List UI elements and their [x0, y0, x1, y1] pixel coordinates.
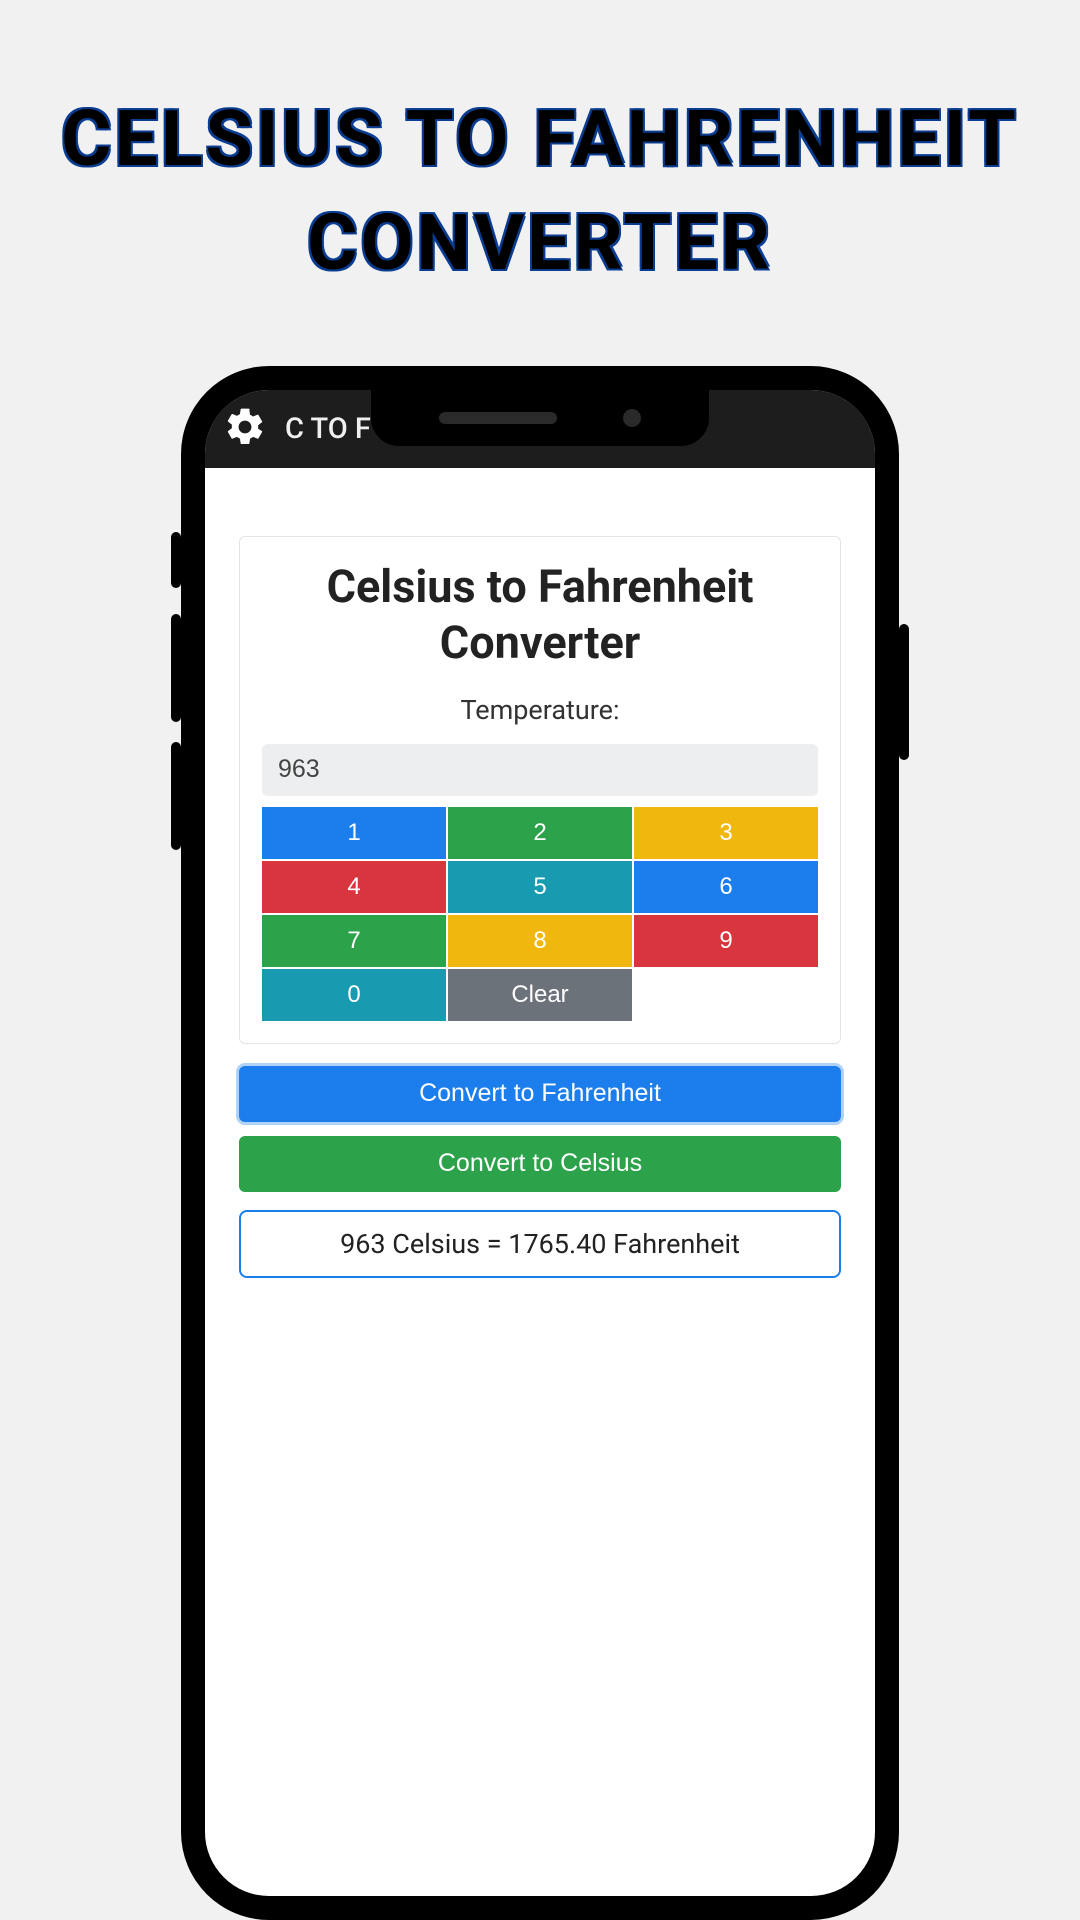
keypad-3[interactable]: 3: [634, 807, 818, 859]
settings-button[interactable]: [221, 405, 269, 453]
keypad-4[interactable]: 4: [262, 861, 446, 913]
page-headline: CELSIUS TO FAHRENHEIT CONVERTER: [0, 0, 1080, 296]
phone-screen: C TO F Converter Celsius to Fahrenheit C…: [205, 390, 875, 1896]
result-text: 963 Celsius = 1765.40 Fahrenheit: [340, 1228, 740, 1260]
temperature-input[interactable]: [262, 744, 818, 796]
keypad: 123 456 789 0Clear: [262, 807, 818, 1021]
phone-side-button: [171, 614, 181, 722]
main-content: Celsius to Fahrenheit Converter Temperat…: [205, 468, 875, 1278]
convert-to-fahrenheit-button[interactable]: Convert to Fahrenheit: [239, 1066, 841, 1122]
keypad-8[interactable]: 8: [448, 915, 632, 967]
keypad-0[interactable]: 0: [262, 969, 446, 1021]
phone-side-button: [171, 742, 181, 850]
keypad-6[interactable]: 6: [634, 861, 818, 913]
convert-to-celsius-button[interactable]: Convert to Celsius: [239, 1136, 841, 1192]
keypad-5[interactable]: 5: [448, 861, 632, 913]
headline-line-2: CONVERTER: [307, 198, 773, 288]
card-title: Celsius to Fahrenheit Converter: [262, 559, 818, 672]
phone-camera: [623, 409, 641, 427]
phone-notch: [371, 390, 709, 446]
temperature-label: Temperature:: [262, 694, 818, 726]
keypad-9[interactable]: 9: [634, 915, 818, 967]
phone-side-button: [171, 532, 181, 588]
keypad-1[interactable]: 1: [262, 807, 446, 859]
phone-side-button: [899, 624, 909, 760]
phone-frame: C TO F Converter Celsius to Fahrenheit C…: [181, 366, 899, 1920]
phone-speaker: [439, 412, 557, 424]
result-box: 963 Celsius = 1765.40 Fahrenheit: [239, 1210, 841, 1278]
keypad-2[interactable]: 2: [448, 807, 632, 859]
converter-card: Celsius to Fahrenheit Converter Temperat…: [239, 536, 841, 1044]
headline-line-1: CELSIUS TO FAHRENHEIT: [61, 94, 1019, 184]
gear-icon: [223, 405, 267, 453]
keypad-clear[interactable]: Clear: [448, 969, 632, 1021]
keypad-7[interactable]: 7: [262, 915, 446, 967]
action-buttons: Convert to Fahrenheit Convert to Celsius: [239, 1066, 841, 1192]
